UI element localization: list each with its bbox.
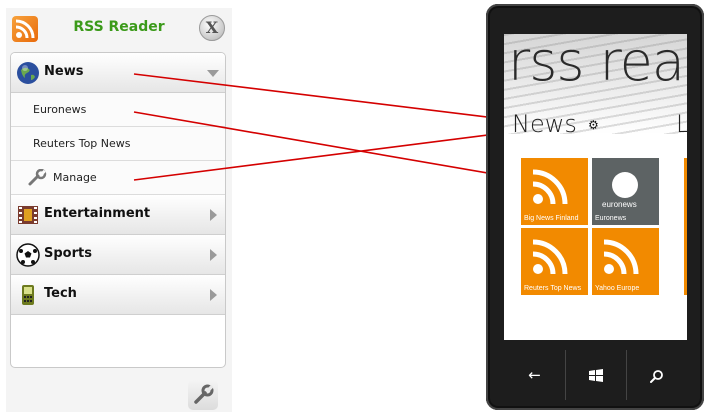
list-item-euronews[interactable]: Euronews — [11, 93, 225, 127]
rss-icon — [529, 164, 573, 208]
feed-label: Euronews — [33, 103, 87, 116]
manage-label: Manage — [53, 171, 97, 184]
rss-icon — [600, 234, 644, 278]
feed-tile[interactable]: Big News Finland — [521, 158, 588, 225]
handheld-device-icon — [16, 283, 40, 307]
rss-icon — [529, 234, 573, 278]
section-title: News — [512, 110, 577, 138]
category-label: Sports — [44, 246, 92, 261]
tile-label: Yahoo Europe — [595, 285, 640, 292]
feed-tile[interactable]: euronews Euronews — [592, 158, 659, 225]
gear-icon[interactable]: ⚙ — [588, 118, 599, 132]
search-icon[interactable] — [626, 350, 687, 400]
app-hero-title: rss rea — [508, 34, 685, 93]
category-sports[interactable]: Sports — [11, 235, 225, 275]
settings-button[interactable] — [188, 380, 218, 410]
category-label: Entertainment — [44, 206, 151, 221]
euronews-logo-icon — [612, 172, 638, 198]
rss-reader-panel: RSS Reader X News Euronews Reuters Top N… — [6, 8, 232, 412]
category-label: Tech — [44, 286, 77, 301]
manage-item[interactable]: Manage — [11, 161, 225, 195]
film-icon — [16, 203, 40, 227]
next-section-peek[interactable]: L — [676, 110, 687, 138]
soccer-ball-icon — [16, 243, 40, 267]
phone-device: rss rea News ⚙ L Big News Finland eurone… — [486, 4, 704, 410]
category-tech[interactable]: Tech — [11, 275, 225, 315]
feed-label: Reuters Top News — [33, 137, 131, 150]
globe-icon — [16, 61, 40, 85]
wrench-icon — [27, 168, 47, 187]
feed-tile[interactable]: Yahoo Europe — [592, 228, 659, 295]
phone-screen: rss rea News ⚙ L Big News Finland eurone… — [504, 34, 687, 340]
back-arrow-icon[interactable]: ← — [504, 350, 565, 400]
windows-logo-icon[interactable] — [565, 350, 626, 400]
category-news[interactable]: News — [11, 53, 225, 93]
tile-logo-text: euronews — [602, 200, 637, 209]
tile-label: Reuters Top News — [524, 285, 582, 292]
feed-tile[interactable]: Reuters Top News — [521, 228, 588, 295]
category-entertainment[interactable]: Entertainment — [11, 195, 225, 235]
panel-title: RSS Reader — [73, 19, 165, 35]
tile-label: Big News Finland — [524, 215, 579, 222]
chevron-right-icon — [210, 249, 217, 261]
chevron-right-icon — [210, 289, 217, 301]
chevron-down-icon — [207, 70, 219, 77]
wrench-icon — [192, 384, 214, 406]
chevron-right-icon — [210, 209, 217, 221]
category-label: News — [44, 64, 84, 79]
tile-label: Euronews — [595, 215, 627, 222]
list-item-reuters[interactable]: Reuters Top News — [11, 127, 225, 161]
phone-nav-bar: ← — [504, 350, 687, 400]
category-menu: News Euronews Reuters Top News Manage En… — [10, 52, 226, 368]
close-button[interactable]: X — [199, 15, 225, 41]
next-tile-sliver — [684, 158, 687, 295]
rss-logo-icon — [12, 16, 38, 42]
